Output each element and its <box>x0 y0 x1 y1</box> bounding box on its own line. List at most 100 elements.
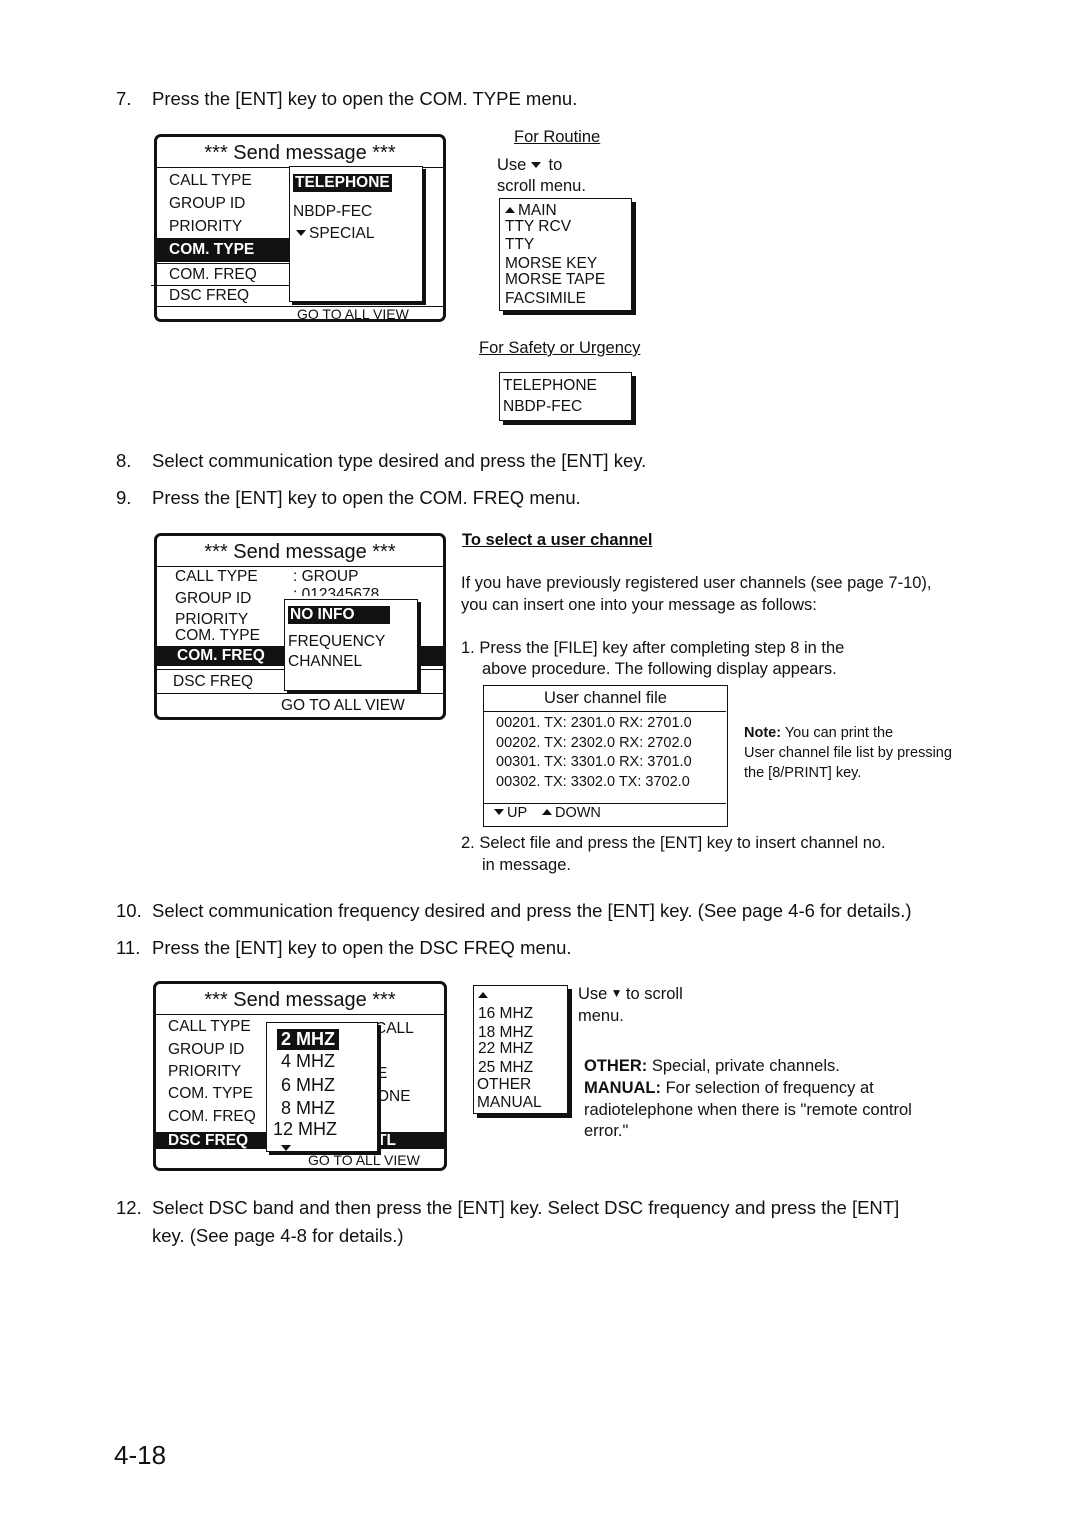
menu-item-tty-rcv[interactable]: TTY RCV <box>505 218 571 236</box>
value-dsc-freq-partial: TL <box>377 1132 396 1149</box>
user-channel-step2-2: in message. <box>482 856 571 874</box>
menu-item-telephone[interactable]: TELEPHONE <box>293 174 392 192</box>
channel-entry[interactable]: 00201. TX: 2301.0 RX: 2701.0 <box>496 715 692 731</box>
label-com-freq[interactable]: COM. FREQ <box>168 1108 256 1126</box>
value-call-type: : GROUP <box>293 568 359 585</box>
channel-entry[interactable]: 00301. TX: 3301.0 RX: 3701.0 <box>496 754 692 770</box>
arrow-down-icon <box>494 809 504 815</box>
label-priority[interactable]: PRIORITY <box>168 1063 241 1081</box>
dialog-title: *** Send message *** <box>157 536 443 567</box>
go-to-all-view[interactable]: GO TO ALL VIEW <box>281 697 405 715</box>
step-text: Select communication frequency desired a… <box>152 900 912 921</box>
dsc-hint-line2: menu. <box>578 1007 624 1025</box>
label-dsc-freq[interactable]: DSC FREQ <box>173 673 253 691</box>
routine-heading: For Routine <box>514 128 601 146</box>
scroll-down-icon <box>296 230 306 236</box>
note-line-3: the [8/PRINT] key. <box>744 765 862 781</box>
routine-menu: MAIN TTY RCV TTY MORSE KEY MORSE TAPE FA… <box>499 198 632 311</box>
label-dsc-freq[interactable]: DSC FREQ <box>169 287 249 305</box>
safety-menu: TELEPHONE NBDP-FEC <box>499 372 632 421</box>
step-number: 9. <box>116 487 132 508</box>
user-channel-intro-2: you can insert one into your message as … <box>461 596 817 614</box>
arrow-up-icon <box>542 809 552 815</box>
divider <box>151 285 291 286</box>
menu-item-facsimile[interactable]: FACSIMILE <box>505 290 586 308</box>
divider <box>157 263 291 264</box>
channel-entry[interactable]: 00302. TX: 3302.0 TX: 3702.0 <box>496 774 690 790</box>
label-com-freq[interactable]: COM. FREQ <box>169 266 257 284</box>
note-line-1: Note: You can print the <box>744 725 894 741</box>
send-message-dialog-dsc-freq: *** Send message *** CALL TYPE CALL GROU… <box>153 981 447 1171</box>
menu-item-frequency[interactable]: FREQUENCY <box>288 633 385 651</box>
step-text: Press the [ENT] key to open the DSC FREQ… <box>152 937 572 958</box>
menu-item-nbdp-fec[interactable]: NBDP-FEC <box>503 398 582 416</box>
send-message-dialog-com-freq: *** Send message *** CALL TYPE : GROUP G… <box>154 533 446 720</box>
manual-description-3: error." <box>584 1122 629 1140</box>
label-call-type[interactable]: CALL TYPE <box>168 1018 251 1036</box>
divider <box>484 711 726 712</box>
label-priority[interactable]: PRIORITY <box>169 218 242 236</box>
send-message-dialog-com-type: *** Send message *** CALL TYPE GROUP ID … <box>151 134 446 322</box>
menu-item-special[interactable]: SPECIAL <box>296 225 374 243</box>
value-call-type-partial: CALL <box>375 1020 414 1037</box>
menu-item-nbdp-fec[interactable]: NBDP-FEC <box>293 203 372 221</box>
step-number: 8. <box>116 450 132 471</box>
other-description: OTHER: Special, private channels. <box>584 1057 840 1075</box>
value-com-type-partial: ONE <box>377 1088 411 1105</box>
step-number: 10. <box>116 900 142 921</box>
menu-item-25mhz[interactable]: 25 MHZ <box>478 1059 533 1077</box>
menu-item-22mhz[interactable]: 22 MHZ <box>478 1040 533 1058</box>
routine-hint: Use to <box>497 156 563 174</box>
com-type-menu: TELEPHONE NBDP-FEC SPECIAL <box>289 166 423 302</box>
go-to-all-view[interactable]: GO TO ALL VIEW <box>297 306 409 322</box>
dsc-band-menu-more: 16 MHZ 18 MHZ 22 MHZ 25 MHZ OTHER MANUAL <box>473 985 568 1114</box>
menu-item-2mhz[interactable]: 2 MHZ <box>277 1029 339 1050</box>
menu-item-telephone[interactable]: TELEPHONE <box>503 377 597 395</box>
label-group-id[interactable]: GROUP ID <box>169 195 245 213</box>
scroll-up-button[interactable] <box>478 987 491 1005</box>
label-call-type[interactable]: CALL TYPE <box>175 568 258 586</box>
nav-up[interactable]: UP <box>494 805 527 821</box>
step-text: Press the [ENT] key to open the COM. TYP… <box>152 88 578 109</box>
menu-item-morse-tape[interactable]: MORSE TAPE <box>505 271 605 289</box>
user-channel-intro-1: If you have previously registered user c… <box>461 574 932 592</box>
label-com-type[interactable]: COM. TYPE <box>168 1085 253 1103</box>
dialog-title: *** Send message *** <box>156 984 444 1015</box>
label-call-type[interactable]: CALL TYPE <box>169 172 252 190</box>
divider <box>157 693 443 694</box>
note-line-2: User channel file list by pressing <box>744 745 952 761</box>
manual-description-2: radiotelephone when there is "remote con… <box>584 1101 912 1119</box>
label-group-id[interactable]: GROUP ID <box>168 1041 244 1059</box>
step-number: 12. <box>116 1197 142 1218</box>
step-text: Press the [ENT] key to open the COM. FRE… <box>152 487 581 508</box>
scroll-down-icon <box>530 162 541 168</box>
menu-item-manual[interactable]: MANUAL <box>477 1094 542 1112</box>
down-triangle-icon: ▼ <box>607 986 626 1000</box>
label-group-id[interactable]: GROUP ID <box>175 590 251 608</box>
menu-item-16mhz[interactable]: 16 MHZ <box>478 1005 533 1023</box>
divider <box>484 803 726 804</box>
step-number: 7. <box>116 88 132 109</box>
menu-item-other[interactable]: OTHER <box>477 1076 531 1094</box>
channel-entry[interactable]: 00202. TX: 2302.0 RX: 2702.0 <box>496 735 692 751</box>
menu-item-no-info[interactable]: NO INFO <box>288 606 390 624</box>
dsc-band-menu: 2 MHZ 4 MHZ 6 MHZ 8 MHZ 12 MHZ <box>266 1022 378 1152</box>
value-priority-partial: E <box>377 1065 388 1082</box>
user-channel-heading: To select a user channel <box>462 531 653 549</box>
menu-item-4mhz[interactable]: 4 MHZ <box>281 1051 335 1072</box>
file-title: User channel file <box>544 689 667 707</box>
step-text: Select communication type desired and pr… <box>152 450 647 471</box>
menu-item-8mhz[interactable]: 8 MHZ <box>281 1098 335 1119</box>
menu-item-6mhz[interactable]: 6 MHZ <box>281 1075 335 1096</box>
label-com-type-selected[interactable]: COM. TYPE <box>157 238 291 262</box>
label-com-type[interactable]: COM. TYPE <box>175 627 260 645</box>
go-to-all-view[interactable]: GO TO ALL VIEW <box>308 1152 420 1168</box>
user-channel-step1-1: 1. Press the [FILE] key after completing… <box>461 639 845 657</box>
value-group-id: : 012345678 <box>293 586 380 596</box>
user-channel-step1-2: above procedure. The following display a… <box>482 660 837 678</box>
menu-item-channel[interactable]: CHANNEL <box>288 653 362 671</box>
menu-item-tty[interactable]: TTY <box>505 236 534 254</box>
nav-down[interactable]: DOWN <box>542 805 601 821</box>
menu-item-12mhz[interactable]: 12 MHZ <box>273 1119 337 1140</box>
scroll-down-button[interactable] <box>281 1140 294 1158</box>
